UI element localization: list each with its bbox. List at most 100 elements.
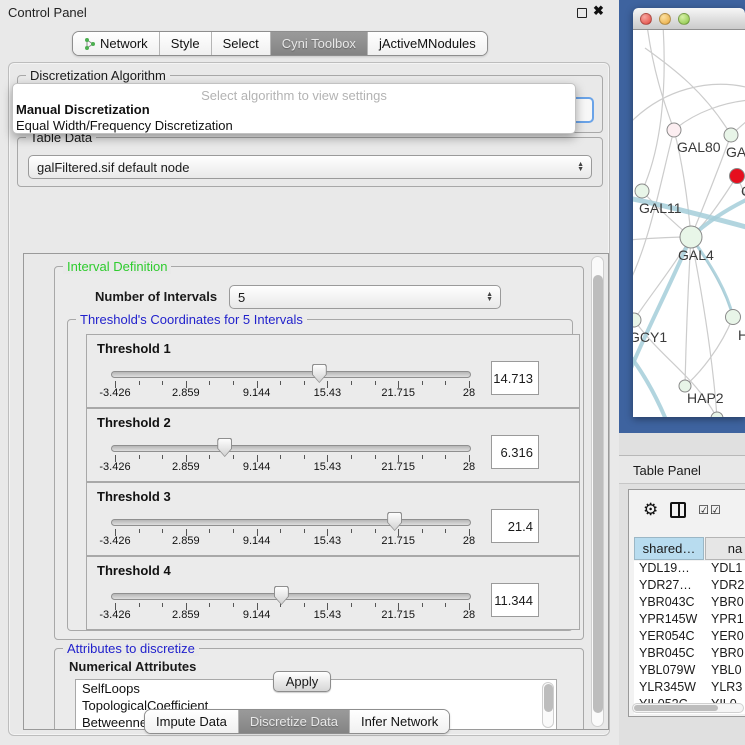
network-edge[interactable] [645, 48, 731, 135]
minimize-yellow-icon[interactable] [659, 13, 671, 25]
network-node[interactable] [633, 313, 641, 327]
network-node[interactable] [711, 412, 723, 417]
table-row[interactable]: YPR145WYPR1 [634, 612, 745, 629]
slider-tick [445, 455, 446, 459]
float-window-icon[interactable] [577, 8, 587, 18]
table-row[interactable]: YLR345WYLR3 [634, 680, 745, 697]
control-panel-tabs: NetworkStyle Select Cyni Toolbox jActiveMNo… [72, 31, 488, 56]
threshold-slider-thumb[interactable] [312, 364, 327, 383]
tab-network[interactable]: Network [73, 32, 160, 55]
slider-tick-label: 28 [463, 461, 475, 473]
attributes-scrollbar[interactable] [542, 682, 554, 728]
close-red-icon[interactable] [640, 13, 652, 25]
network-node[interactable] [680, 226, 702, 248]
network-node-label: H [738, 327, 745, 343]
network-node[interactable] [635, 184, 649, 198]
mode-tab-discretize-data[interactable]: Discretize Data [239, 710, 350, 733]
discretization-algorithm-label: Discretization Algorithm [26, 68, 170, 83]
tab-jactivemnodules[interactable]: jActiveMNodules [368, 32, 487, 55]
mode-tab-impute-data[interactable]: Impute Data [145, 710, 239, 733]
table-row[interactable]: YBR043CYBR0 [634, 595, 745, 612]
slider-tick-label: -3.426 [99, 387, 130, 399]
node-table: ⚙ ☑☑ shared… na YDL19…YDL1YDR27…YDR2YBR0… [628, 489, 745, 717]
slider-tick-label: 21.715 [381, 609, 415, 621]
threshold-value-field[interactable]: 11.344 [491, 583, 539, 617]
threshold-value-field[interactable]: 21.4 [491, 509, 539, 543]
threshold-slider-track[interactable] [111, 445, 471, 452]
tab-cyni-toolbox[interactable]: Cyni Toolbox [271, 32, 368, 55]
network-icon [84, 37, 96, 51]
threshold-panel-3: Threshold 3-3.4262.8599.14415.4321.71528… [86, 482, 580, 556]
slider-tick [280, 529, 281, 533]
network-node-label: GAL11 [639, 200, 682, 216]
cell-shared-name: YBL079W [634, 663, 705, 680]
network-edge-highlighted[interactable] [633, 352, 667, 417]
threshold-slider-track[interactable] [111, 519, 471, 526]
threshold-value-field[interactable]: 6.316 [491, 435, 539, 469]
network-window-titlebar[interactable] [633, 8, 745, 30]
slider-tick-label: -3.426 [99, 461, 130, 473]
zoom-green-icon[interactable] [678, 13, 690, 25]
threshold-slider-thumb[interactable] [274, 586, 289, 605]
network-node[interactable] [730, 169, 745, 184]
cell-name: YBR0 [705, 595, 745, 612]
threshold-slider-track[interactable] [111, 593, 471, 600]
table-panel-header: Table Panel [619, 455, 745, 484]
combo-arrows-icon: ▲▼ [577, 162, 584, 172]
table-panel-title: Table Panel [633, 463, 701, 478]
tab-label: Cyni Toolbox [282, 36, 356, 51]
mode-tab-infer-network[interactable]: Infer Network [350, 710, 449, 733]
column-header-shared[interactable]: shared… [634, 537, 704, 560]
network-edge[interactable] [685, 317, 733, 386]
threshold-coordinates-group: Threshold's Coordinates for 5 Intervals … [67, 319, 573, 631]
table-row[interactable]: YBR045CYBR0 [634, 646, 745, 663]
apply-button[interactable]: Apply [273, 671, 331, 692]
table-row[interactable]: YBL079WYBL0 [634, 663, 745, 680]
algorithm-option-equal-width[interactable]: Equal Width/Frequency Discretization [16, 118, 233, 133]
threshold-title: Threshold 4 [97, 563, 171, 578]
threshold-slider-thumb[interactable] [217, 438, 232, 457]
network-node[interactable] [667, 123, 681, 137]
threshold-slider-thumb[interactable] [387, 512, 402, 531]
column-header-name[interactable]: na [705, 537, 745, 560]
close-icon[interactable]: ✖ [593, 3, 604, 19]
slider-tick-label: 15.43 [314, 387, 342, 399]
cell-shared-name: YDR27… [634, 578, 705, 595]
table-row[interactable]: YDL19…YDL1 [634, 561, 745, 578]
table-row[interactable]: YDR27…YDR2 [634, 578, 745, 595]
threshold-slider-track[interactable] [111, 371, 471, 378]
table-hscrollbar[interactable] [632, 703, 744, 713]
tab-label: Select [223, 36, 259, 51]
network-edge[interactable] [647, 30, 674, 130]
settings-scrollbar[interactable] [591, 256, 604, 727]
mode-tab-label: Discretize Data [250, 714, 338, 729]
slider-tick-label: 15.43 [314, 461, 342, 473]
slider-tick [375, 381, 376, 385]
checkbox-icons[interactable]: ☑☑ [698, 503, 722, 517]
network-window: GAL80GACGAL11GAL4GCY1HHAP2 [633, 8, 745, 417]
split-view-icon[interactable] [670, 502, 686, 518]
slider-tick [304, 381, 305, 385]
algorithm-option-manual[interactable]: Manual Discretization [16, 102, 150, 117]
table-row[interactable]: YER054CYER0 [634, 629, 745, 646]
slider-tick [304, 455, 305, 459]
slider-tick [304, 603, 305, 607]
network-node[interactable] [724, 128, 738, 142]
number-of-intervals-select[interactable]: 5 ▲▼ [229, 285, 501, 309]
tab-label: jActiveMNodules [379, 36, 476, 51]
network-canvas[interactable]: GAL80GACGAL11GAL4GCY1HHAP2 [633, 30, 745, 417]
table-data-select[interactable]: galFiltered.sif default node ▲▼ [28, 155, 592, 179]
slider-tick [445, 381, 446, 385]
tab-select[interactable]: Select [212, 32, 271, 55]
slider-tick-label: 9.144 [243, 535, 271, 547]
cell-shared-name: YPR145W [634, 612, 705, 629]
mode-tab-label: Infer Network [361, 714, 438, 729]
slider-tick [139, 529, 140, 533]
gear-icon[interactable]: ⚙ [643, 500, 658, 520]
tab-style[interactable]: Style [160, 32, 212, 55]
network-node[interactable] [726, 310, 741, 325]
slider-tick-label: 28 [463, 609, 475, 621]
cell-shared-name: YLR345W [634, 680, 705, 697]
threshold-panel-4: Threshold 4-3.4262.8599.14415.4321.71528… [86, 556, 580, 630]
threshold-value-field[interactable]: 14.713 [491, 361, 539, 395]
